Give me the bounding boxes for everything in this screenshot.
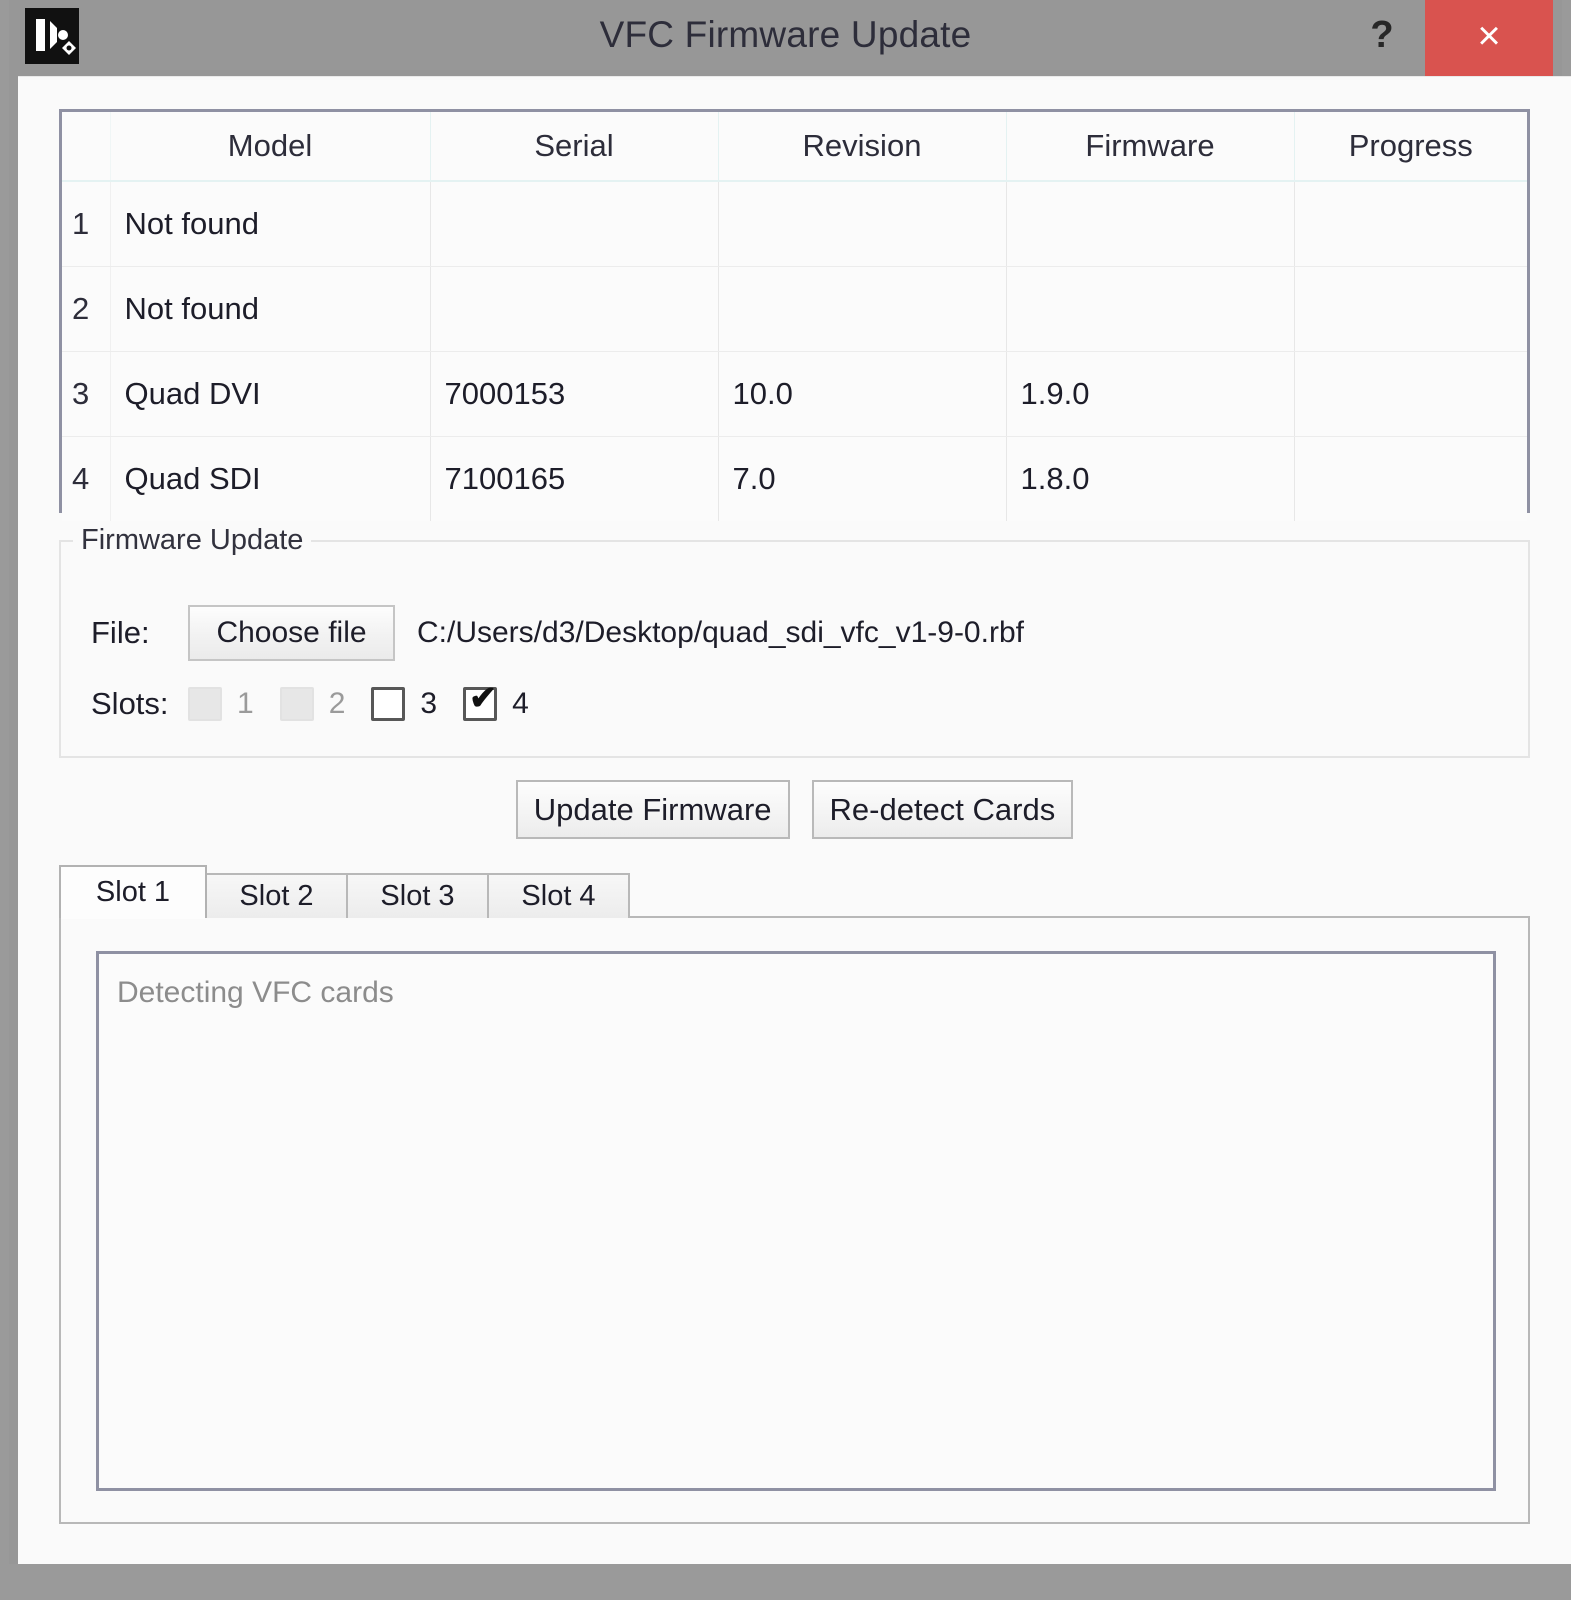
row-number: 3 [62, 352, 110, 437]
tab-slot-1[interactable]: Slot 1 [59, 865, 207, 918]
cell-serial: 7100165 [430, 437, 718, 522]
cell-revision [718, 181, 1006, 267]
slot-checkbox-label-2: 2 [329, 687, 346, 721]
column-header-revision: Revision [718, 112, 1006, 181]
client-area: Model Serial Revision Firmware Progress … [18, 76, 1571, 1564]
cell-progress [1294, 352, 1527, 437]
device-table-grid: Model Serial Revision Firmware Progress … [62, 112, 1527, 521]
row-number: 1 [62, 181, 110, 267]
row-number: 2 [62, 267, 110, 352]
row-number: 4 [62, 437, 110, 522]
slot-checkbox-3[interactable]: 3 [371, 687, 437, 721]
cell-serial: 7000153 [430, 352, 718, 437]
slots-row: Slots: 1 2 3 ✔ 4 [91, 679, 555, 729]
file-label: File: [91, 615, 188, 651]
table-row[interactable]: 4 Quad SDI 7100165 7.0 1.8.0 [62, 437, 1527, 522]
file-path-value: C:/Users/d3/Desktop/quad_sdi_vfc_v1-9-0.… [417, 616, 1024, 650]
checkbox-box-3[interactable] [371, 687, 405, 721]
action-button-row: Update Firmware Re-detect Cards [18, 780, 1571, 839]
device-table: Model Serial Revision Firmware Progress … [59, 109, 1530, 513]
tab-slot-4[interactable]: Slot 4 [487, 873, 630, 918]
column-header-firmware: Firmware [1006, 112, 1294, 181]
cell-firmware [1006, 267, 1294, 352]
column-header-serial: Serial [430, 112, 718, 181]
tab-slot-3[interactable]: Slot 3 [346, 873, 489, 918]
firmware-update-group: File: Choose file C:/Users/d3/Desktop/qu… [59, 540, 1530, 758]
cell-model: Not found [110, 267, 430, 352]
cell-progress [1294, 267, 1527, 352]
firmware-update-group-title: Firmware Update [73, 524, 311, 557]
update-firmware-button[interactable]: Update Firmware [516, 780, 790, 839]
log-text: Detecting VFC cards [117, 976, 1493, 1010]
checkmark-icon: ✔ [469, 681, 497, 714]
cell-revision: 10.0 [718, 352, 1006, 437]
cell-firmware [1006, 181, 1294, 267]
cell-revision [718, 267, 1006, 352]
slot-checkbox-2: 2 [280, 687, 346, 721]
cell-progress [1294, 437, 1527, 522]
column-header-progress: Progress [1294, 112, 1527, 181]
cell-revision: 7.0 [718, 437, 1006, 522]
checkbox-box-1 [188, 687, 222, 721]
slot-checkbox-1: 1 [188, 687, 254, 721]
cell-progress [1294, 181, 1527, 267]
help-button[interactable]: ? [1354, 6, 1410, 64]
cell-model: Quad DVI [110, 352, 430, 437]
title-bar: VFC Firmware Update ? × [9, 0, 1562, 75]
cell-serial [430, 181, 718, 267]
slot-checkbox-label-4: 4 [512, 687, 529, 721]
redetect-cards-button[interactable]: Re-detect Cards [812, 780, 1074, 839]
column-header-model: Model [110, 112, 430, 181]
tab-slot-2[interactable]: Slot 2 [205, 873, 348, 918]
checkbox-box-2 [280, 687, 314, 721]
slots-label: Slots: [91, 686, 188, 722]
slot-checkbox-label-3: 3 [420, 687, 437, 721]
vfc-firmware-update-window: VFC Firmware Update ? × Model Serial Rev… [0, 0, 1571, 1600]
close-button[interactable]: × [1425, 0, 1553, 76]
table-row[interactable]: 1 Not found [62, 181, 1527, 267]
slot-checkbox-label-1: 1 [237, 687, 254, 721]
table-row[interactable]: 3 Quad DVI 7000153 10.0 1.9.0 [62, 352, 1527, 437]
cell-serial [430, 267, 718, 352]
checkbox-box-4[interactable]: ✔ [463, 687, 497, 721]
table-header-row: Model Serial Revision Firmware Progress [62, 112, 1527, 181]
cell-firmware: 1.9.0 [1006, 352, 1294, 437]
active-tab-seam [61, 915, 205, 919]
choose-file-button[interactable]: Choose file [188, 605, 395, 661]
slot-tab-panel: Detecting VFC cards [59, 916, 1530, 1524]
slot-checkbox-4[interactable]: ✔ 4 [463, 687, 529, 721]
window-title: VFC Firmware Update [9, 14, 1562, 56]
column-header-rownum [62, 112, 110, 181]
cell-firmware: 1.8.0 [1006, 437, 1294, 522]
slot-tab-strip: Slot 1 Slot 2 Slot 3 Slot 4 [59, 865, 1530, 918]
cell-model: Quad SDI [110, 437, 430, 522]
file-row: File: Choose file C:/Users/d3/Desktop/qu… [91, 605, 1024, 661]
log-output-box[interactable]: Detecting VFC cards [96, 951, 1496, 1491]
close-icon: × [1425, 14, 1553, 59]
cell-model: Not found [110, 181, 430, 267]
table-row[interactable]: 2 Not found [62, 267, 1527, 352]
